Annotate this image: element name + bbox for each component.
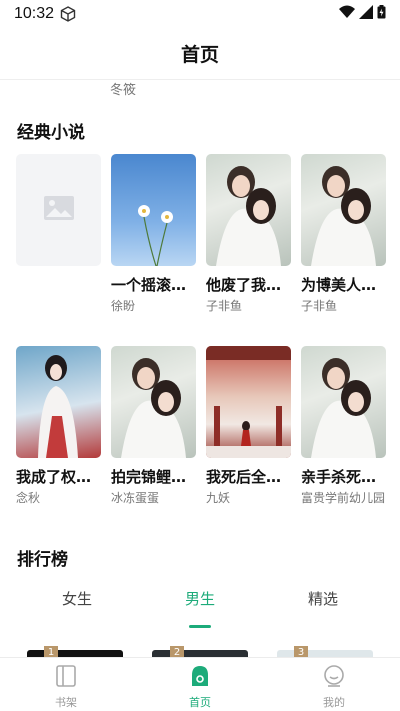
book-title: 亲手杀死…: [301, 468, 377, 486]
ranking-tabs: 女生 男生 精选: [0, 588, 400, 628]
book-card[interactable]: [16, 154, 101, 266]
nav-profile[interactable]: 我的: [304, 664, 364, 710]
book-card[interactable]: 他废了我… 子非鱼: [206, 154, 291, 314]
status-time: 10:32: [14, 5, 55, 22]
bottom-navigation: 书架 首页 我的: [0, 657, 400, 711]
book-title: 为博美人…: [301, 276, 377, 294]
book-author: 子非鱼: [301, 299, 338, 313]
package-icon: [60, 6, 76, 22]
tab-male[interactable]: 男生: [185, 588, 215, 609]
book-card[interactable]: 一个摇滚… 徐盼: [111, 154, 196, 314]
book-cover: [301, 346, 386, 458]
book-cover-placeholder: [16, 154, 101, 266]
book-author: 念秋: [16, 491, 41, 505]
active-tab-indicator: [189, 625, 211, 628]
book-title: 拍完锦鲤…: [111, 468, 187, 486]
ranking-title: 排行榜: [17, 550, 68, 570]
status-bar: 10:32: [0, 0, 400, 28]
book-cover: [301, 154, 386, 266]
nav-bookshelf[interactable]: 书架: [36, 664, 96, 710]
nav-label: 书架: [55, 696, 77, 709]
top-app-bar: 首页: [0, 28, 400, 80]
scrolled-book-author: 冬筱: [110, 83, 137, 98]
book-card[interactable]: 拍完锦鲤… 冰冻蛋蛋: [111, 346, 196, 506]
book-cover: [16, 346, 101, 458]
tab-female[interactable]: 女生: [62, 588, 92, 609]
profile-icon: [322, 664, 346, 692]
tab-featured[interactable]: 精选: [308, 588, 338, 609]
battery-icon: [377, 5, 386, 23]
signal-icon: [359, 5, 373, 23]
book-card[interactable]: 我死后全… 九妖: [206, 346, 291, 506]
book-cover: [111, 346, 196, 458]
image-placeholder-icon: [43, 195, 75, 225]
book-card[interactable]: 为博美人… 子非鱼: [301, 154, 386, 314]
nav-label: 首页: [189, 696, 211, 709]
book-author: 徐盼: [111, 299, 136, 313]
home-icon: [188, 664, 212, 692]
nav-label: 我的: [323, 696, 345, 709]
book-title: 一个摇滚…: [111, 276, 187, 294]
book-title: 我成了权…: [16, 468, 92, 486]
book-card[interactable]: 亲手杀死… 富贵学前幼儿园: [301, 346, 386, 506]
book-author: 九妖: [206, 491, 231, 505]
book-author: 冰冻蛋蛋: [111, 491, 160, 505]
book-author: 子非鱼: [206, 299, 243, 313]
book-title: 他废了我…: [206, 276, 282, 294]
book-author: 富贵学前幼儿园: [301, 491, 386, 505]
book-cover: [206, 154, 291, 266]
wifi-icon: [339, 5, 355, 23]
classic-novels-title: 经典小说: [17, 123, 85, 143]
book-title: 我死后全…: [206, 468, 282, 486]
nav-home[interactable]: 首页: [170, 664, 230, 710]
bookshelf-icon: [55, 664, 77, 692]
book-cover: [111, 154, 196, 266]
book-cover: [206, 346, 291, 458]
page-title: 首页: [180, 44, 219, 66]
book-card[interactable]: 我成了权… 念秋: [16, 346, 101, 506]
